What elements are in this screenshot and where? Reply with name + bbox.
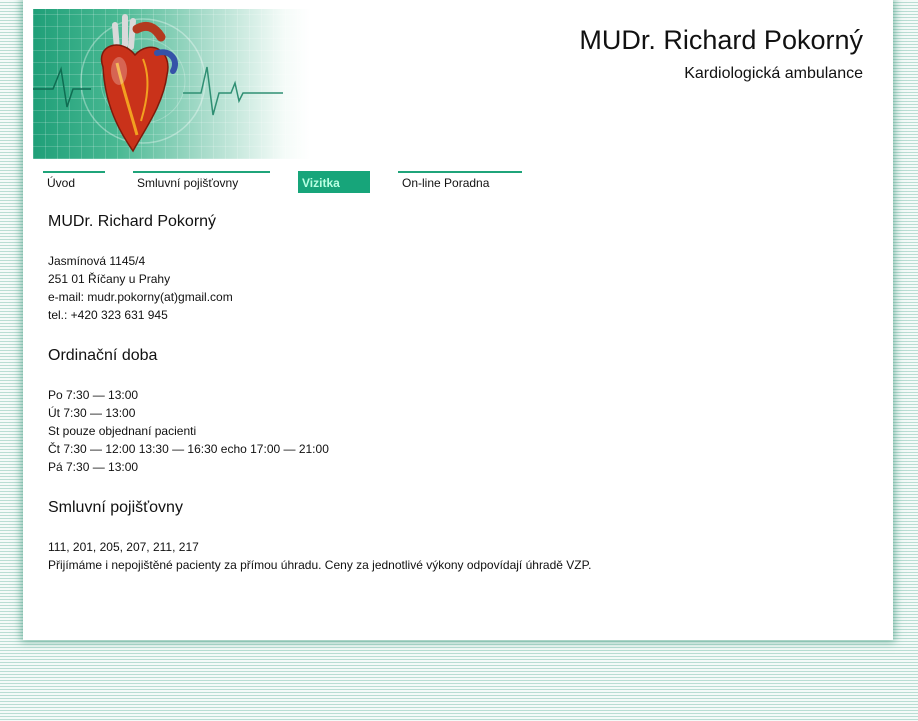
hours-thursday: Čt 7:30 — 12:00 13:30 — 16:30 echo 17:00… [48, 442, 329, 456]
address-city: 251 01 Říčany u Prahy [48, 272, 171, 286]
insurance-codes: 111, 201, 205, 207, 211, 217 [48, 540, 199, 554]
address-street: Jasmínová 1145/4 [48, 254, 146, 268]
heart-ecg-banner [33, 9, 311, 159]
hours-heading: Ordinační doba [48, 347, 158, 364]
site-subtitle: Kardiologická ambulance [684, 65, 863, 82]
insurance-note: Přijímáme i nepojištěné pacienty za přím… [48, 558, 592, 572]
insurance-heading: Smluvní pojišťovny [48, 499, 183, 516]
header-title-block: MUDr. Richard Pokorný Kardiologická ambu… [579, 24, 863, 84]
page-container: MUDr. Richard Pokorný Kardiologická ambu… [23, 0, 893, 640]
nav-item-smluvni-pojistovny[interactable]: Smluvní pojišťovny [133, 171, 270, 193]
main-content: MUDr. Richard Pokorný Jasmínová 1145/4 2… [48, 212, 848, 574]
hours-tuesday: Út 7:30 — 13:00 [48, 406, 136, 420]
nav-item-vizitka[interactable]: Vizitka [298, 171, 370, 193]
hours-wednesday: St pouze objednaní pacienti [48, 424, 197, 438]
hours-monday: Po 7:30 — 13:00 [48, 388, 139, 402]
nav-item-online-poradna[interactable]: On-line Poradna [398, 171, 522, 193]
contact-email: e-mail: mudr.pokorny(at)gmail.com [48, 290, 233, 304]
nav-item-uvod[interactable]: Úvod [43, 171, 105, 193]
hours-friday: Pá 7:30 — 13:00 [48, 460, 139, 474]
contact-phone: tel.: +420 323 631 945 [48, 308, 168, 322]
site-title: MUDr. Richard Pokorný [579, 25, 863, 55]
contact-heading: MUDr. Richard Pokorný [48, 213, 217, 230]
heart-icon [33, 14, 283, 153]
